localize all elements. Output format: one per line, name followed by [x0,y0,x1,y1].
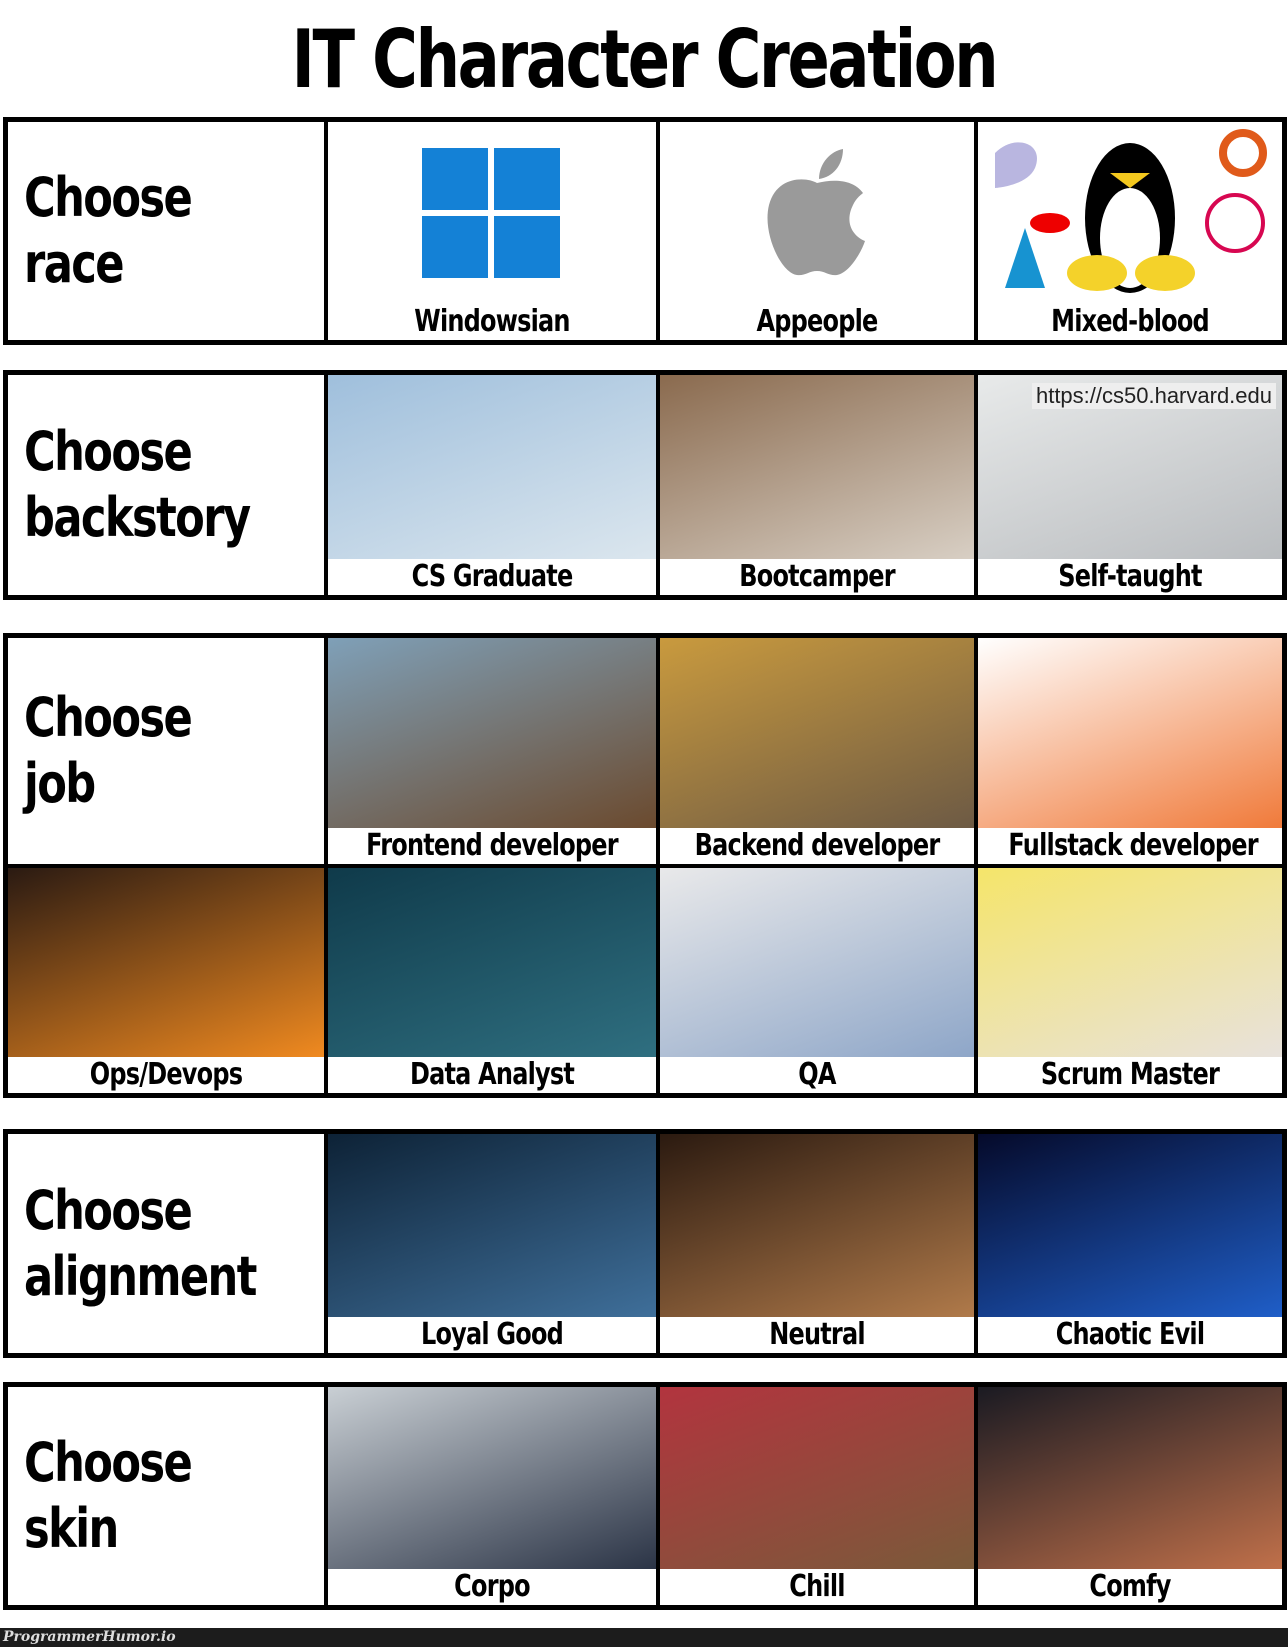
option-photo [660,638,974,828]
row-heading-cell: Choose backstory [8,375,324,595]
option-photo [660,867,974,1057]
option-label: Chill [789,1569,845,1604]
option-label: Backend developer [694,827,941,863]
option-windowsian: Windowsian [328,122,656,340]
option-frontend-developer: Frontend developer [328,638,656,864]
option-label: Ops/Devops [89,1057,243,1092]
option-fullstack-developer: Fullstack developer [978,638,1282,864]
option-photo [978,867,1282,1057]
option-photo [660,1134,974,1317]
row-heading-cell: Choose race [8,122,324,340]
watermark: ProgrammerHumor.io [3,1629,176,1645]
option-photo [328,375,656,559]
option-label: Loyal Good [420,1317,564,1352]
option-photo [978,638,1282,828]
option-photo [328,638,656,828]
option-label: Appeople [756,304,879,339]
option-chaotic-evil: Chaotic Evil [978,1134,1282,1353]
option-comfy: Comfy [978,1387,1282,1605]
option-backend-developer: Backend developer [660,638,974,864]
linux-tux-icon [978,122,1282,304]
option-label: Bootcamper [739,559,895,594]
option-label: CS Graduate [411,559,574,594]
row-heading: Choose alignment [24,1178,257,1308]
option-chill: Chill [660,1387,974,1605]
apple-logo-icon [660,122,974,304]
row-heading: Choose backstory [24,420,251,549]
option-label: Chaotic Evil [1055,1317,1205,1352]
option-photo [660,375,974,559]
page-title: IT Character Creation [291,13,999,106]
option-label: Windowsian [414,304,570,339]
option-ops-devops: Ops/Devops [8,867,324,1093]
row-skin: Choose skin Corpo Chill Comfy [3,1382,1287,1610]
option-label: Scrum Master [1040,1057,1220,1092]
option-photo [8,867,324,1057]
windows-logo-icon [328,122,656,304]
option-qa: QA [660,867,974,1093]
option-photo [328,867,656,1057]
option-cs-graduate: CS Graduate [328,375,656,595]
option-label: Data Analyst [409,1057,575,1092]
option-photo: https://cs50.harvard.edu [978,375,1282,559]
option-loyal-good: Loyal Good [328,1134,656,1353]
option-neutral: Neutral [660,1134,974,1353]
option-mixed-blood: Mixed-blood [978,122,1282,340]
row-heading-cell: Choose skin [8,1387,324,1605]
option-photo [328,1387,656,1569]
option-data-analyst: Data Analyst [328,867,656,1093]
option-self-taught: https://cs50.harvard.edu Self-taught [978,375,1282,595]
row-alignment: Choose alignment Loyal Good Neutral Chaotic… [3,1129,1287,1358]
option-label: Fullstack developer [1008,827,1258,863]
option-scrum-master: Scrum Master [978,867,1282,1093]
option-label: Mixed-blood [1051,304,1210,339]
row-heading: Choose skin [24,1431,193,1560]
option-label: Self-taught [1058,559,1202,594]
row-heading-cell: Choose job [8,638,324,864]
option-appeople: Appeople [660,122,974,340]
option-corpo: Corpo [328,1387,656,1605]
option-label: Corpo [454,1569,530,1604]
watermark-bar: ProgrammerHumor.io [0,1628,1288,1647]
option-label: Frontend developer [366,827,618,863]
row-race: Choose race Windowsian Appeople Mixed-blood [3,117,1287,345]
option-label: Comfy [1089,1569,1171,1604]
option-photo [978,1134,1282,1317]
option-photo [328,1134,656,1317]
row-heading: Choose job [24,685,193,815]
row-job: Choose job Frontend developer Backend deve… [3,633,1287,1098]
option-label: QA [798,1057,836,1092]
option-label: Neutral [769,1317,865,1352]
option-bootcamper: Bootcamper [660,375,974,595]
row-backstory: Choose backstory CS Graduate Bootcamper htt… [3,370,1287,600]
option-photo [978,1387,1282,1569]
row-heading: Choose race [24,166,193,295]
option-photo [660,1387,974,1569]
url-overlay: https://cs50.harvard.edu [1031,383,1276,409]
row-heading-cell: Choose alignment [8,1134,324,1353]
